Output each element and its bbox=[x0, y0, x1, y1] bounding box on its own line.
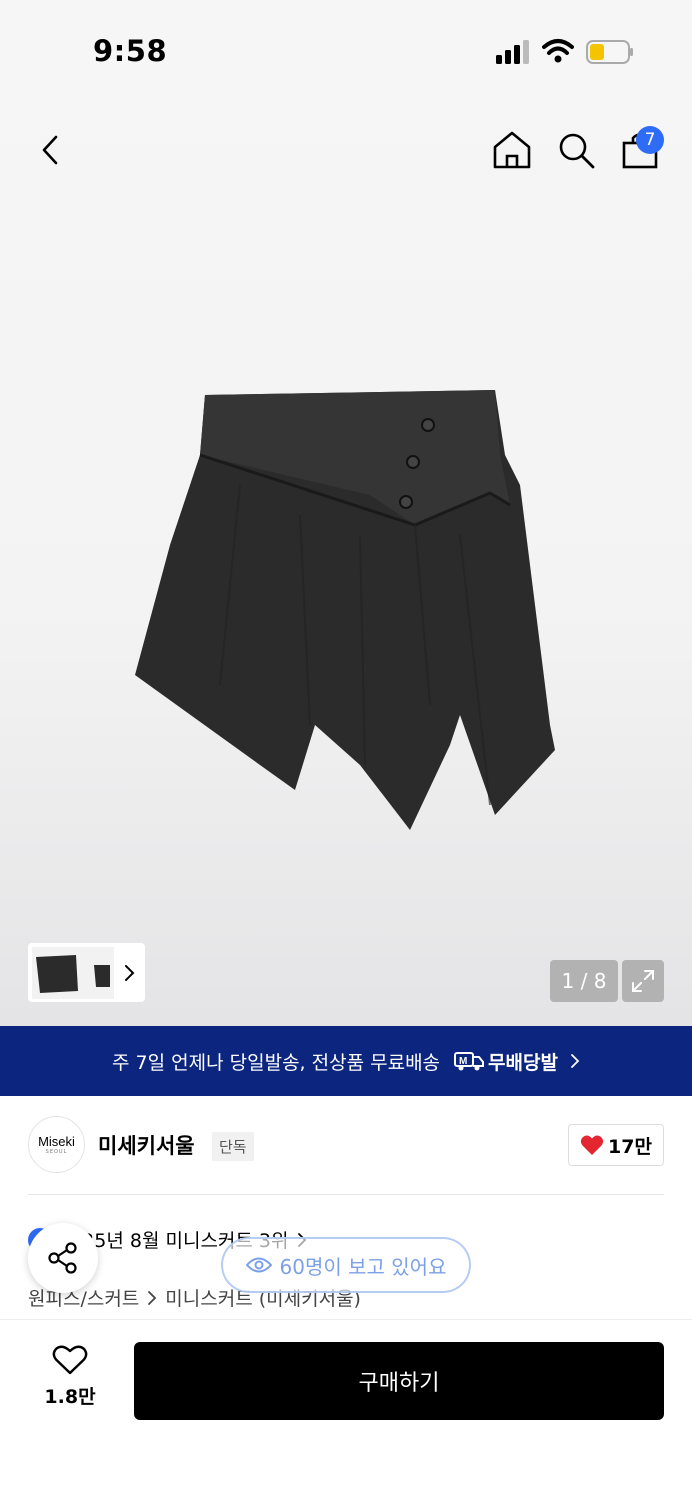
top-nav bbox=[0, 110, 692, 190]
search-icon bbox=[559, 133, 595, 169]
search-button[interactable] bbox=[554, 128, 598, 172]
expand-icon bbox=[632, 970, 654, 992]
product-image[interactable] bbox=[130, 385, 562, 840]
chevron-right-icon bbox=[571, 1054, 580, 1068]
delivery-logo-text: 무배당발 bbox=[488, 1051, 558, 1074]
thumbnail-image[interactable] bbox=[32, 946, 114, 999]
bottom-action-bar: 1.8만 구매하기 bbox=[0, 1319, 692, 1500]
divider bbox=[28, 1194, 664, 1195]
wifi-icon bbox=[542, 39, 574, 63]
brand-logo-subtext: SEOUL bbox=[45, 1149, 68, 1155]
battery-icon bbox=[586, 40, 633, 64]
svg-text:M: M bbox=[459, 1056, 467, 1067]
home-button[interactable] bbox=[490, 128, 534, 172]
chevron-right-icon bbox=[125, 964, 135, 981]
delivery-banner[interactable]: 주 7일 언제나 당일발송, 전상품 무료배송 M 무배당발 bbox=[0, 1026, 692, 1096]
back-button[interactable] bbox=[28, 128, 72, 172]
status-time: 9:58 bbox=[93, 34, 168, 68]
heart-icon bbox=[52, 1345, 88, 1375]
thumbnail-strip[interactable] bbox=[28, 943, 145, 1002]
signal-icon bbox=[496, 40, 529, 64]
wishlist-button[interactable]: 1.8만 bbox=[30, 1344, 110, 1424]
back-icon bbox=[42, 135, 58, 165]
brand-logo[interactable]: Miseki SEOUL bbox=[28, 1116, 85, 1173]
brand-name[interactable]: 미세키서울 bbox=[98, 1130, 195, 1160]
delivery-logo: M 무배당발 bbox=[454, 1048, 558, 1075]
expand-button[interactable] bbox=[622, 960, 664, 1002]
share-icon bbox=[48, 1242, 77, 1274]
image-page-indicator: 1 / 8 bbox=[550, 960, 618, 1002]
delivery-banner-text: 주 7일 언제나 당일발송, 전상품 무료배송 bbox=[112, 1051, 441, 1074]
heart-icon bbox=[580, 1135, 604, 1155]
brand-logo-text: Miseki bbox=[38, 1134, 75, 1149]
truck-icon: M bbox=[454, 1052, 485, 1071]
wishlist-count: 1.8만 bbox=[44, 1386, 96, 1408]
buy-button[interactable]: 구매하기 bbox=[134, 1342, 664, 1420]
exclusive-badge: 단독 bbox=[212, 1132, 254, 1161]
brand-like-count: 17만 bbox=[608, 1135, 652, 1158]
brand-row: Miseki SEOUL 미세키서울 단독 17만 bbox=[0, 1096, 692, 1196]
viewers-count-text: 60명이 보고 있어요 bbox=[279, 1254, 447, 1279]
chevron-right-icon bbox=[148, 1290, 157, 1305]
product-hero: 9:58 7 1 / 8 bbox=[0, 0, 692, 1026]
home-icon bbox=[493, 131, 531, 169]
viewers-count-pill: 60명이 보고 있어요 bbox=[221, 1237, 471, 1293]
eye-icon bbox=[245, 1257, 272, 1273]
share-button[interactable] bbox=[28, 1223, 98, 1293]
status-bar: 9:58 bbox=[0, 0, 692, 100]
brand-like-button[interactable]: 17만 bbox=[568, 1124, 664, 1166]
cart-count-badge: 7 bbox=[636, 126, 664, 154]
